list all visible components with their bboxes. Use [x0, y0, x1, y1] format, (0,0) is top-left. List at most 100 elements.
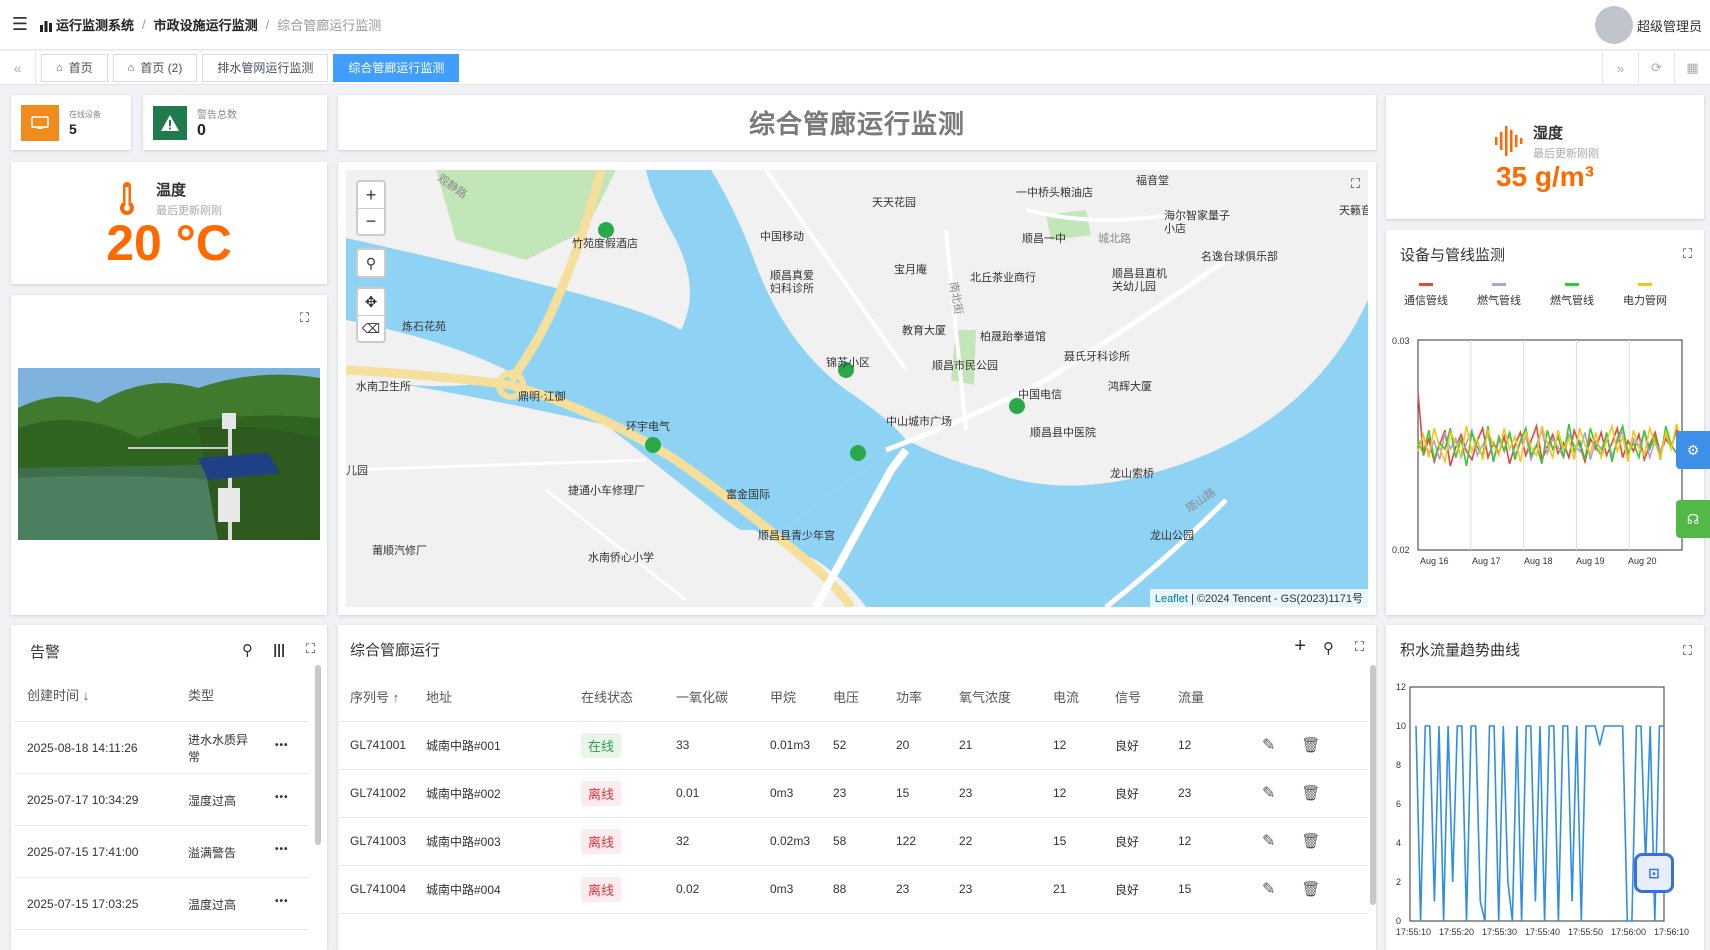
table-row[interactable]: GL741001 城南中路#001 在线 33 0.01m3 52 20 21 12 良好 12 ✎ 🗑…	[338, 721, 1368, 769]
search-icon[interactable]: ⚲	[1323, 639, 1334, 657]
leaflet-link[interactable]: Leaflet	[1155, 593, 1188, 605]
col-flow[interactable]: 流量	[1178, 673, 1248, 721]
edit-icon[interactable]: ✎	[1262, 881, 1275, 898]
map-pin-icon[interactable]: ⚲	[358, 250, 384, 276]
col-signal[interactable]: 信号	[1115, 673, 1178, 721]
map-poi: 水南侨心小学	[588, 552, 654, 564]
cell-flow: 12	[1178, 738, 1192, 752]
col-current[interactable]: 电流	[1053, 673, 1115, 721]
y-tick-label: 0.02	[1392, 545, 1410, 555]
online-devices-value: 5	[69, 120, 77, 137]
map-poi: 北丘茶业商行	[970, 272, 1036, 284]
home-icon: ⌂	[127, 61, 135, 74]
sort-down-icon: ↓	[82, 688, 90, 703]
cell-address: 城南中路#001	[426, 738, 501, 753]
tabs-scroll-right-icon[interactable]: »	[1602, 51, 1638, 85]
alarm-scrollbar[interactable]	[315, 665, 321, 845]
grid-menu-icon[interactable]: ▦	[1674, 51, 1710, 85]
col-serial[interactable]: 序列号 ↑	[338, 673, 426, 721]
robot-assistant-icon[interactable]: ⊡	[1634, 853, 1674, 893]
alarm-panel: 告警 ⚲ ||| ⛶ 创建时间 ↓ 类型 2025-08-18 14:11:26…	[11, 625, 327, 950]
tab-utility-tunnel[interactable]: 综合管廊运行监测	[333, 53, 460, 82]
col-address[interactable]: 地址	[426, 673, 581, 721]
cell-methane: 0m3	[770, 882, 794, 896]
table-row[interactable]	[338, 913, 1368, 933]
tab-drainage[interactable]: 排水管网运行监测	[202, 53, 329, 82]
x-tick-label: 17:55:10	[1396, 927, 1431, 937]
cell-flow: 12	[1178, 834, 1192, 848]
more-actions-icon[interactable]: •••	[275, 896, 289, 907]
alarm-row[interactable]: 2025-07-15 17:41:00 溢满警告 •••	[15, 825, 309, 877]
delete-icon[interactable]: 🗑︎	[1301, 737, 1320, 754]
search-icon[interactable]: ⚲	[242, 641, 253, 659]
col-methane[interactable]: 甲烷	[770, 673, 833, 721]
more-actions-icon[interactable]: •••	[275, 844, 289, 855]
map-poi: 水南卫生所	[356, 381, 411, 393]
breadcrumb-separator: /	[142, 17, 146, 32]
refresh-icon[interactable]: ⟳	[1638, 51, 1674, 85]
edit-icon[interactable]: ✎	[1262, 737, 1275, 754]
col-power[interactable]: 功率	[896, 673, 959, 721]
more-actions-icon[interactable]: •••	[275, 792, 289, 803]
columns-icon[interactable]: |||	[273, 641, 285, 657]
alarm-row[interactable]: 2025-08-18 14:11:26 进水水质异常 •••	[15, 721, 309, 773]
breadcrumb-item-3: 综合管廊运行监测	[277, 18, 382, 33]
fullscreen-icon[interactable]: ⛶	[306, 641, 315, 657]
delete-icon[interactable]: 🗑︎	[1301, 881, 1320, 898]
eraser-icon[interactable]: ⌫	[358, 315, 384, 341]
alarm-row[interactable]: 2025-07-15 17:03:25 温度过高 •••	[15, 877, 309, 929]
zoom-in-button[interactable]: +	[358, 182, 384, 208]
delete-icon[interactable]: 🗑︎	[1301, 785, 1320, 802]
username[interactable]: 超级管理员	[1637, 16, 1702, 35]
fullscreen-icon[interactable]: ⛶	[300, 310, 309, 326]
cell-actions: ✎ 🗑︎	[1248, 769, 1368, 817]
hamburger-menu-icon[interactable]: ☰	[0, 0, 40, 50]
edit-icon[interactable]: ✎	[1262, 833, 1275, 850]
table-row[interactable]: GL741004 城南中路#004 离线 0.02 0m3 88 23 23 21 良好 15 ✎ 🗑︎	[338, 865, 1368, 913]
breadcrumb-separator: /	[265, 17, 270, 32]
map-fullscreen-icon[interactable]: ⛶	[1351, 176, 1360, 192]
status-badge: 离线	[581, 828, 622, 854]
col-oxygen[interactable]: 氧气浓度	[959, 673, 1053, 721]
x-tick-label: Aug 20	[1628, 556, 1657, 566]
edit-icon[interactable]: ✎	[1262, 785, 1275, 802]
col-voltage[interactable]: 电压	[833, 673, 896, 721]
cell-current: 12	[1053, 786, 1067, 800]
tabs-scroll-left-icon[interactable]: «	[0, 50, 36, 85]
table-row[interactable]: GL741002 城南中路#002 离线 0.01 0m3 23 15 23 12 良好 23 ✎ 🗑︎	[338, 769, 1368, 817]
tab-home-2[interactable]: ⌂ 首页 (2)	[112, 53, 198, 82]
tab-home[interactable]: ⌂ 首页	[41, 53, 108, 82]
cell-power: 15	[896, 786, 910, 800]
cell-signal: 良好	[1115, 738, 1140, 753]
warning-icon	[153, 105, 187, 140]
alarm-row[interactable]: 2025-07-17 10:34:29 湿度过高 •••	[15, 773, 309, 825]
user-menu[interactable]: 超级管理员	[1594, 6, 1702, 44]
cell-serial: GL741002	[350, 786, 407, 800]
headset-support-icon[interactable]: ☊	[1676, 500, 1710, 538]
cell-oxygen: 21	[959, 738, 973, 752]
avatar[interactable]	[1594, 6, 1633, 44]
col-status[interactable]: 在线状态	[581, 673, 676, 721]
cell-address: 城南中路#002	[426, 786, 501, 801]
more-actions-icon[interactable]: •••	[275, 740, 289, 751]
add-icon[interactable]: +	[1294, 635, 1306, 658]
breadcrumb-item-2[interactable]: 市政设施运行监测	[154, 15, 258, 34]
move-icon[interactable]: ✥	[358, 289, 384, 315]
breadcrumb-item-1[interactable]: 运行监测系统	[56, 15, 134, 34]
gallery-table-panel: 综合管廊运行 + ⚲ ⛶ 序列号 ↑ 地址 在线状态 一氧化碳 甲烷 电压 功率…	[338, 625, 1376, 950]
col-co[interactable]: 一氧化碳	[676, 673, 770, 721]
map-view[interactable]: + − ⚲ ✥ ⌫ ⛶ 观静路 竹苑度假酒店 中国移动 天天花园 一中桥头粮油店…	[346, 170, 1368, 607]
delete-icon[interactable]: 🗑︎	[1301, 833, 1320, 850]
fullscreen-icon[interactable]: ⛶	[1355, 639, 1364, 655]
alarm-row[interactable]	[15, 929, 309, 950]
zoom-out-button[interactable]: −	[358, 208, 384, 234]
alarm-total-card: 警告总数 0	[143, 95, 327, 150]
map-poi: 中国移动	[760, 231, 804, 243]
cell-co: 33	[676, 738, 690, 752]
table-row[interactable]: GL741003 城南中路#003 离线 32 0.02m3 58 122 22 15 良好 12 ✎…	[338, 817, 1368, 865]
series-line	[1417, 392, 1683, 467]
col-created-time[interactable]: 创建时间 ↓	[27, 685, 89, 704]
gallery-table: 序列号 ↑ 地址 在线状态 一氧化碳 甲烷 电压 功率 氧气浓度 电流 信号 流…	[338, 673, 1368, 933]
table-scrollbar[interactable]	[1370, 665, 1376, 905]
settings-icon[interactable]: ⚙	[1676, 431, 1710, 469]
